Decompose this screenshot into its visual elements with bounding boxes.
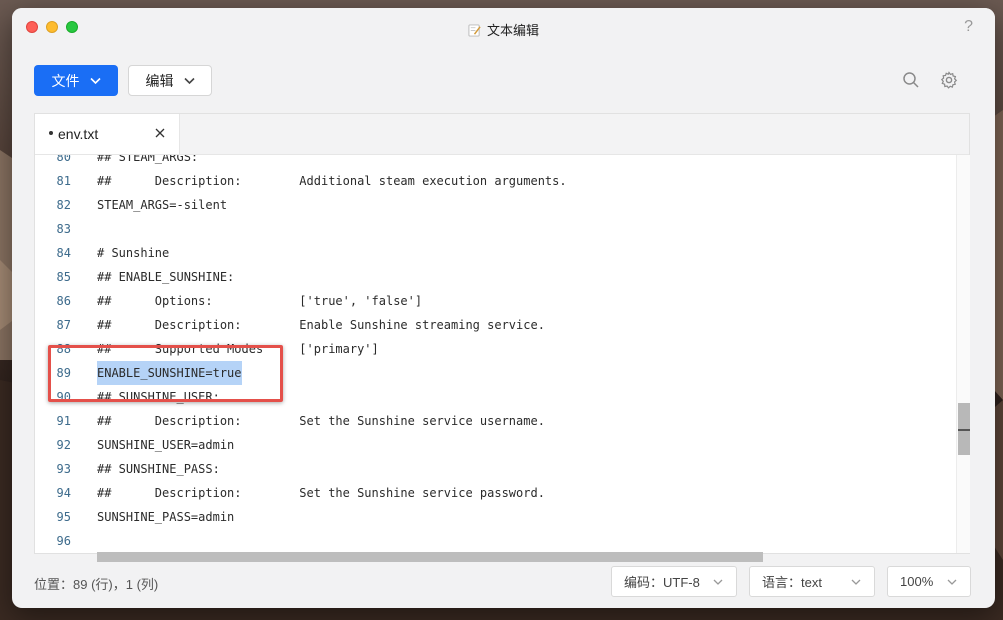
encoding-value: 编码：UTF-8 [624,575,700,590]
tab-env-txt[interactable]: env.txt [35,114,180,154]
line-number: 82 [56,198,71,212]
close-tab-icon[interactable] [153,126,167,140]
line-text: ## STEAM_ARGS: [97,155,199,164]
encoding-select[interactable]: 编码：UTF-8 [611,566,737,597]
line-text: SUNSHINE_PASS=admin [97,510,235,524]
gear-icon[interactable] [940,71,958,89]
toolbar: 文件 编辑 [34,65,973,97]
file-menu-button[interactable]: 文件 [34,65,118,96]
line-number: 86 [56,294,71,308]
line-number: 83 [56,222,71,236]
zoom-value: 100% [900,574,934,589]
line-text: ## Description: Additional steam executi… [97,174,567,188]
line-number: 85 [56,270,71,284]
text-editor-app-icon [468,24,481,37]
help-button[interactable]: ? [964,18,973,36]
line-text: ## Options: ['true', 'false'] [97,294,423,308]
chevron-down-icon [183,77,195,84]
line-text: SUNSHINE_USER=admin [97,438,235,452]
line-number: 94 [56,486,71,500]
line-number: 95 [56,510,71,524]
tab-strip: env.txt [35,114,969,155]
edit-menu-button[interactable]: 编辑 [128,65,212,96]
scroll-position-marker [958,429,970,431]
chevron-down-icon [947,579,957,585]
line-number: 96 [56,534,71,548]
vertical-scrollbar[interactable] [956,155,970,553]
line-number: 87 [56,318,71,332]
chevron-down-icon [851,579,861,585]
line-text: # Sunshine [97,246,170,260]
line-text: ## ENABLE_SUNSHINE: [97,270,235,284]
search-icon[interactable] [902,71,920,89]
horizontal-scroll-thumb[interactable] [97,552,763,562]
language-select[interactable]: 语言：text [749,566,875,597]
line-text: STEAM_ARGS=-silent [97,198,228,212]
line-number: 93 [56,462,71,476]
file-menu-label: 文件 [51,72,80,89]
title-bar: 文本编辑 ? [12,8,995,48]
modified-dot-icon [49,131,53,135]
edit-menu-label: 编辑 [145,72,174,89]
tab-filename: env.txt [58,126,99,142]
line-text: ## Description: Set the Sunshine service… [97,486,545,500]
language-value: 语言：text [762,575,822,590]
line-number: 84 [56,246,71,260]
line-text: ## Description: Set the Sunshine service… [97,414,545,428]
line-number: 81 [56,174,71,188]
line-number: 80 [56,155,71,164]
line-number: 92 [56,438,71,452]
text-editor-window: 文本编辑 ? 文件 编辑 env.txt 80 ## STEAM_ARGS: 8… [12,8,995,608]
status-bar: 位置：89 (行)，1 (列) 编码：UTF-8 语言：text 100% [34,566,973,598]
cursor-position: 位置：89 (行)，1 (列) [34,577,159,592]
zoom-select[interactable]: 100% [887,566,971,597]
editor-area: env.txt 80 ## STEAM_ARGS: 81 ## Descriptio… [34,113,970,562]
line-text: ## Description: Enable Sunshine streamin… [97,318,545,332]
line-number: 91 [56,414,71,428]
window-title: 文本编辑 [12,20,995,39]
window-title-text: 文本编辑 [486,23,539,38]
chevron-down-icon [713,579,723,585]
annotation-highlight-box [48,345,283,402]
line-text: ## SUNSHINE_PASS: [97,462,220,476]
chevron-down-icon [89,77,101,84]
